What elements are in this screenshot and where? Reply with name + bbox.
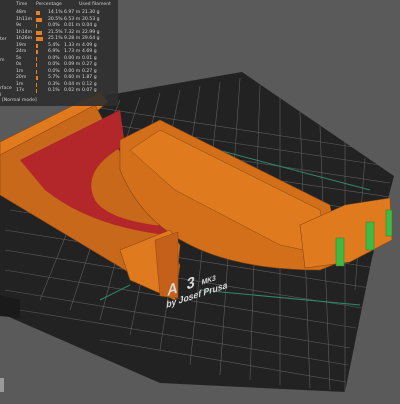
row-weight: 22.99 g [82,29,100,35]
row-weight: 21.30 g [82,10,100,15]
percentage-bar [36,17,42,22]
row-length: 0.60 m [64,75,81,80]
row-percentage: 20.5% [48,16,63,22]
view-mode-label: [Normal mode] [2,98,37,103]
row-length: 0.09 m [64,62,81,67]
row-time: 9s [16,23,22,28]
header-percentage: Percentage [36,2,62,7]
percentage-bar [36,63,37,67]
percentage-bar [36,11,40,15]
row-length: 0.02 m [64,88,81,93]
percentage-bar [36,50,38,54]
row-percentage: 0.0% [48,68,60,74]
row-percentage: 0.0% [48,55,60,61]
row-percentage: 14.1% [48,10,63,15]
row-weight: 1.87 g [82,75,97,80]
row-time: 5s [16,55,22,61]
row-time: 24m [16,49,27,54]
row-length: 9.28 m [64,36,81,41]
support-block-3 [385,209,393,237]
row-percentage: 21.5% [48,29,63,35]
row-time: 19m [16,42,27,48]
row-length: 0.01 m [64,23,81,28]
row-length: 1.33 m [64,42,81,48]
row-length: 7.32 m [64,29,81,35]
support-block-1 [335,237,345,267]
legend-row: 17s 0.1% 0.02 m 0.07 g [0,88,118,95]
row-length: 1.73 m [64,49,81,54]
row-percentage: 6.9% [48,49,60,54]
percentage-bar [36,76,38,80]
row-time: 1h14m [16,29,33,35]
row-time: 1m [16,81,24,87]
side-label-2: m [0,58,5,63]
percentage-bar [36,69,37,74]
row-length: 6.53 m [64,16,81,22]
row-weight: 0.01 g [82,55,97,61]
row-percentage: 0.0% [48,62,60,67]
row-length: 6.97 m [64,10,81,15]
support-block-2 [365,221,375,251]
row-time: 1h26m [16,36,33,41]
row-time: 0s [16,62,22,67]
row-length: 0.00 m [64,68,81,74]
row-percentage: 25.1% [48,36,63,41]
3d-preview-viewport[interactable]: Time Percentage Used filament 48m 14.1% 6.… [0,0,400,400]
percentage-bar [36,43,38,48]
header-filament: Used filament [79,2,111,7]
row-time: 1h11m [16,16,33,22]
row-weight: 29.64 g [82,36,100,41]
row-percentage: 0.0% [48,23,60,28]
percentage-bar [36,56,37,61]
grey-marker-icon [0,378,4,392]
percentage-bar [36,37,44,41]
legend-panel: Time Percentage Used filament 48m 14.1% 6.… [0,0,118,106]
legend-header: Time Percentage Used filament [0,2,118,9]
percentage-bar [36,24,37,28]
row-weight: 20.53 g [82,16,100,22]
row-percentage: 0.1% [48,88,60,93]
row-weight: 0.27 g [82,62,97,67]
row-time: 20m [16,75,27,80]
row-time: 17s [16,88,25,93]
side-label-1: ter [0,37,7,42]
percentage-bar [36,30,43,35]
row-time: 48m [16,10,27,15]
row-weight: 0.07 g [82,88,97,93]
row-weight: 0.04 g [82,23,97,28]
row-length: 0.04 m [64,81,81,87]
row-percentage: 0.3% [48,81,60,87]
row-percentage: 5.7% [48,75,60,80]
percentage-bar [36,82,37,87]
row-weight: 0.27 g [82,68,97,74]
row-weight: 0.12 g [82,81,97,87]
header-time: Time [16,2,28,7]
row-time: 1m [16,68,24,74]
side-label-3: rface [0,86,12,91]
row-percentage: 5.4% [48,42,60,48]
row-length: 0.00 m [64,55,81,61]
row-weight: 4.09 g [82,42,97,48]
percentage-bar [36,89,37,93]
row-weight: 4.69 g [82,49,97,54]
